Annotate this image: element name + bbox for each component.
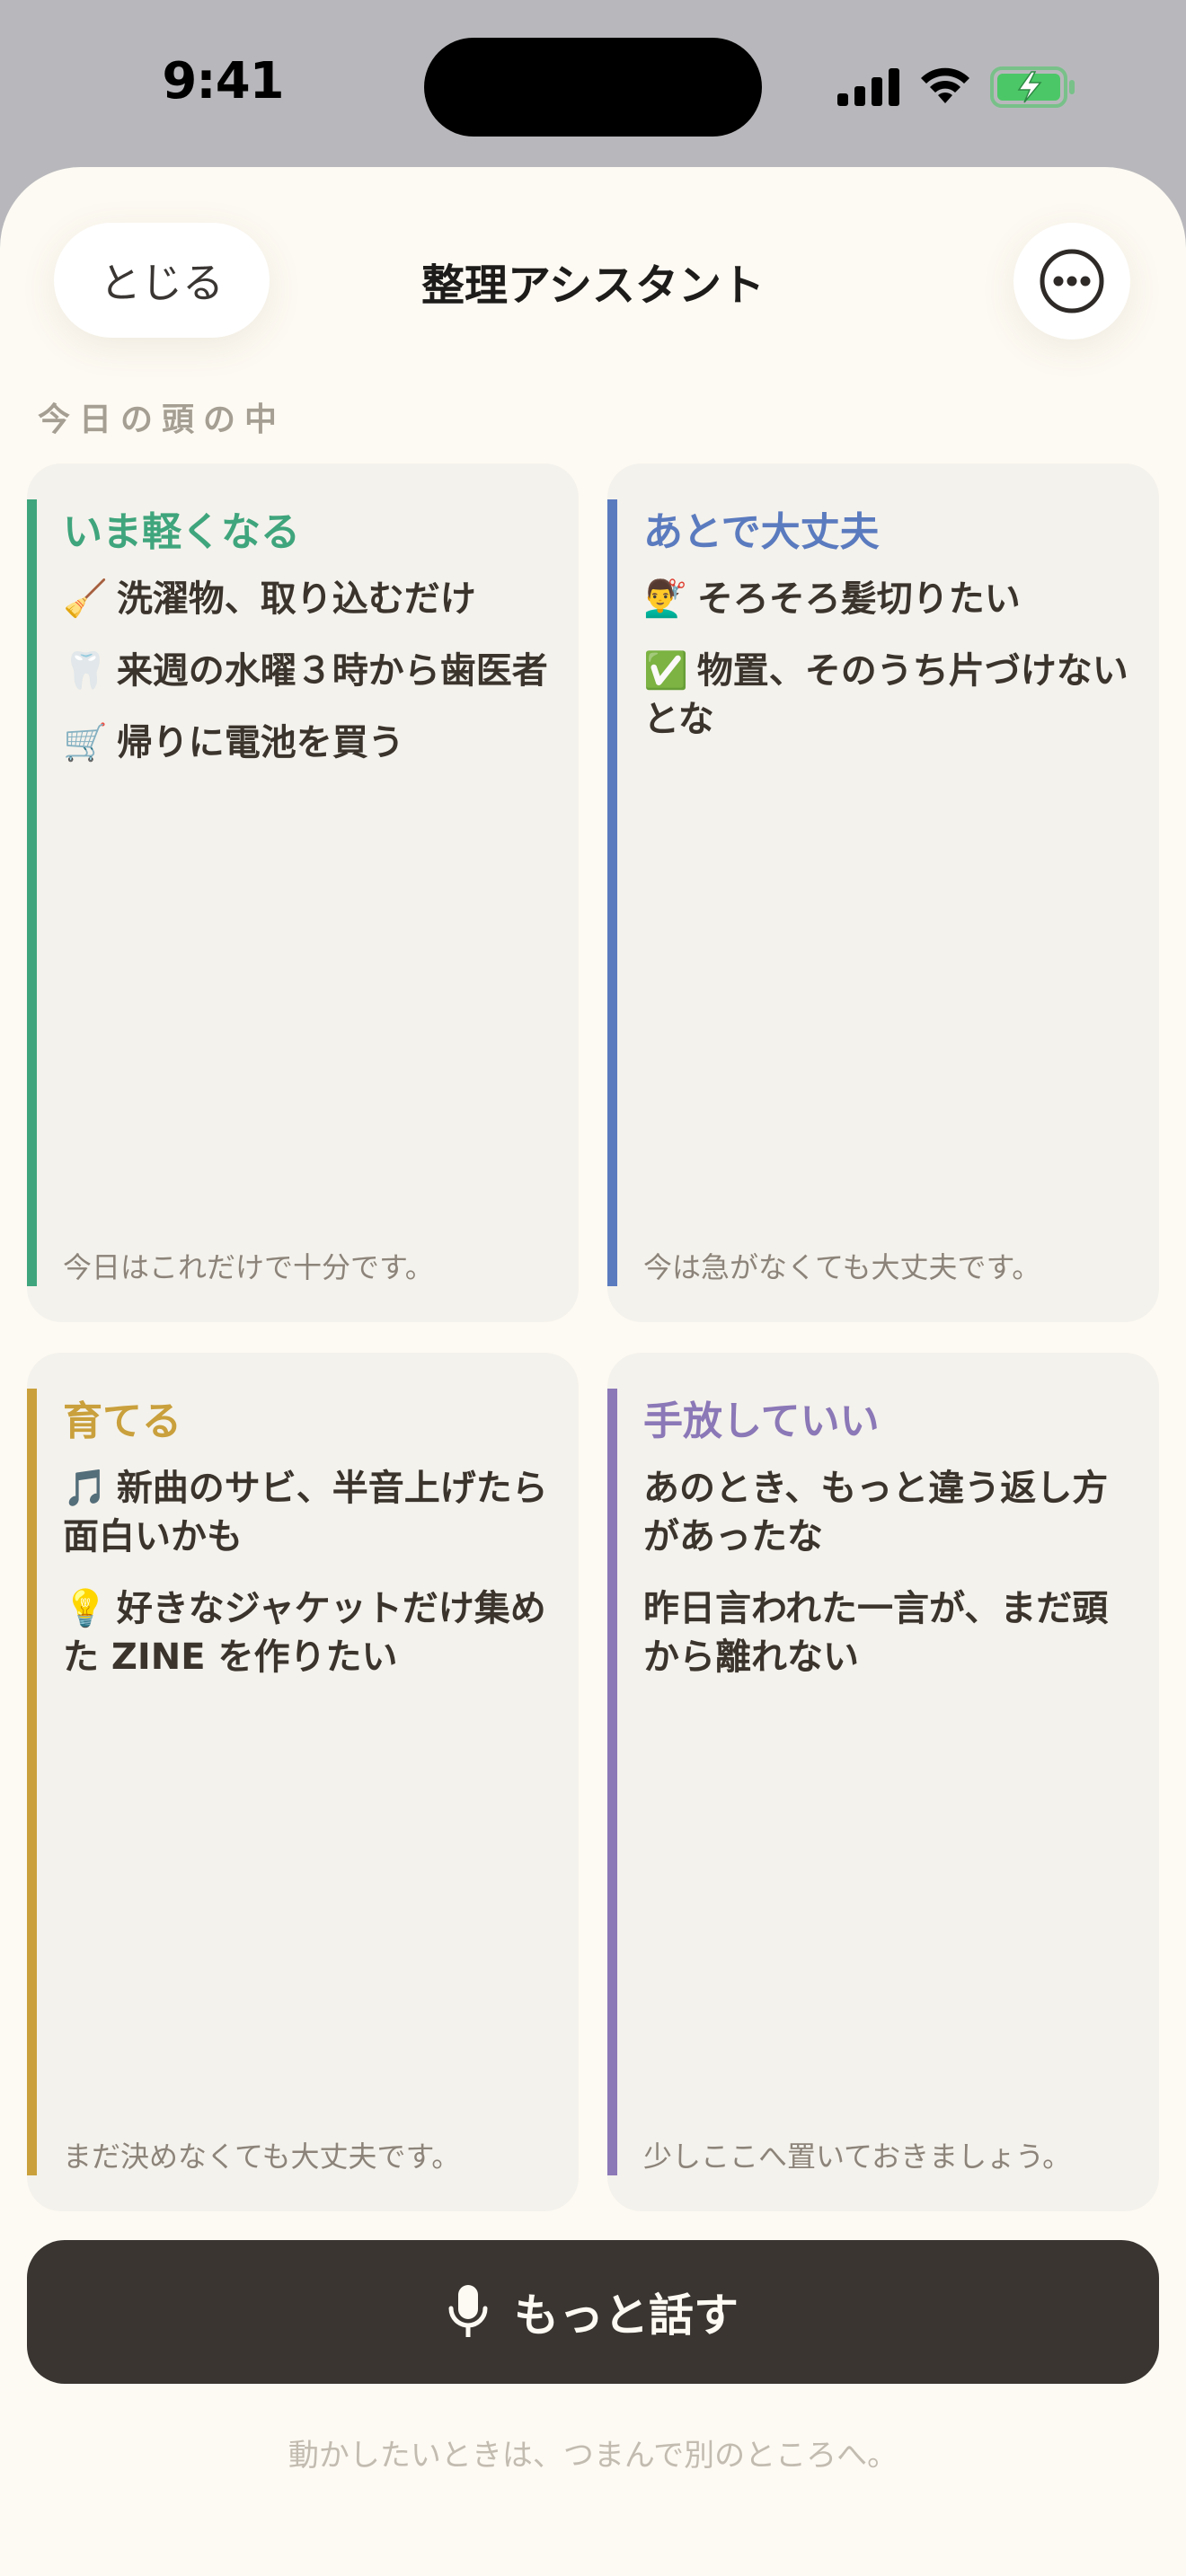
page-title: 整理アシスタント (420, 260, 766, 311)
music-note-icon: 🎵 (63, 1468, 108, 1509)
card-footer: 今は急がなくても大丈夫です。 (643, 1250, 1041, 1284)
card-later[interactable]: あとで大丈夫 💇‍♂️ そろそろ髪切りたい ✅ 物置、そのうち片づけないとな 今は急… (607, 463, 1159, 1322)
light-bulb-icon: 💡 (63, 1588, 108, 1629)
card-title: 手放していい (643, 1398, 880, 1444)
card-item[interactable]: 🦷 来週の水曜３時から歯医者 (63, 647, 559, 695)
card-item-text: 昨日言われた一言が、まだ頭から離れない (643, 1588, 1109, 1678)
card-item[interactable]: 🧹 洗濯物、取り込むだけ (63, 575, 559, 623)
status-bar: 9:41 (0, 0, 1186, 171)
card-items: 🧹 洗濯物、取り込むだけ 🦷 来週の水曜３時から歯医者 🛒 帰りに電池を買う (63, 575, 559, 790)
card-accent-bar (27, 499, 37, 1286)
card-release[interactable]: 手放していい あのとき、もっと違う返し方があったな 昨日言われた一言が、まだ頭か… (607, 1353, 1159, 2211)
card-items: 💇‍♂️ そろそろ髪切りたい ✅ 物置、そのうち片づけないとな (643, 575, 1139, 767)
signal-icon (837, 68, 899, 106)
card-item-text: 帰りに電池を買う (116, 722, 404, 763)
card-item-text: 洗濯物、取り込むだけ (116, 578, 476, 620)
status-time: 9:41 (162, 52, 284, 110)
battery-charging-icon (990, 66, 1075, 108)
card-footer: 今日はこれだけで十分です。 (63, 1250, 434, 1284)
card-item[interactable]: 🛒 帰りに電池を買う (63, 719, 559, 767)
assistant-sheet: とじる 整理アシスタント 今日の頭の中 いま軽くなる 🧹 洗濯物、取り込むだけ 🦷… (0, 167, 1186, 2576)
section-label: 今日の頭の中 (38, 401, 287, 438)
broom-icon: 🧹 (63, 578, 108, 620)
more-button[interactable] (1013, 223, 1130, 340)
card-item-text: あのとき、もっと違う返し方があったな (643, 1468, 1109, 1557)
card-item[interactable]: 🎵 新曲のサビ、半音上げたら面白いかも (63, 1464, 559, 1561)
card-item[interactable]: 昨日言われた一言が、まだ頭から離れない (643, 1584, 1139, 1681)
card-item-text: 好きなジャケットだけ集めた ZINE を作りたい (63, 1588, 546, 1678)
card-item-text: 物置、そのうち片づけないとな (643, 650, 1128, 740)
card-title: 育てる (63, 1398, 181, 1444)
talk-more-button[interactable]: もっと話す (27, 2240, 1159, 2384)
dynamic-island (424, 38, 762, 137)
card-item[interactable]: あのとき、もっと違う返し方があったな (643, 1464, 1139, 1561)
card-grow[interactable]: 育てる 🎵 新曲のサビ、半音上げたら面白いかも 💡 好きなジャケットだけ集めた ZI… (27, 1353, 579, 2211)
card-footer: 少しここへ置いておきましょう。 (643, 2139, 1072, 2174)
tooth-icon: 🦷 (63, 650, 108, 692)
card-item-text: 新曲のサビ、半音上げたら面白いかも (63, 1468, 548, 1557)
microphone-icon (448, 2285, 488, 2337)
card-items: あのとき、もっと違う返し方があったな 昨日言われた一言が、まだ頭から離れない (643, 1464, 1139, 1705)
wifi-icon (921, 67, 969, 103)
card-items: 🎵 新曲のサビ、半音上げたら面白いかも 💡 好きなジャケットだけ集めた ZINE を… (63, 1464, 559, 1705)
close-button[interactable]: とじる (54, 223, 270, 338)
status-icons (837, 65, 1076, 110)
card-accent-bar (607, 499, 617, 1286)
card-accent-bar (607, 1389, 617, 2175)
card-item-text: そろそろ髪切りたい (696, 578, 1021, 620)
card-now[interactable]: いま軽くなる 🧹 洗濯物、取り込むだけ 🦷 来週の水曜３時から歯医者 🛒 帰りに電池を… (27, 463, 579, 1322)
ellipsis-circle-icon (1040, 249, 1104, 313)
card-title: いま軽くなる (63, 509, 300, 555)
shopping-cart-icon: 🛒 (63, 722, 108, 763)
drag-hint: 動かしたいときは、つまんで別のところへ。 (288, 2438, 898, 2474)
card-item[interactable]: ✅ 物置、そのうち片づけないとな (643, 647, 1139, 744)
card-accent-bar (27, 1389, 37, 2175)
haircut-icon: 💇‍♂️ (643, 578, 688, 620)
card-item-text: 来週の水曜３時から歯医者 (116, 650, 548, 692)
card-item[interactable]: 💡 好きなジャケットだけ集めた ZINE を作りたい (63, 1584, 559, 1681)
card-item[interactable]: 💇‍♂️ そろそろ髪切りたい (643, 575, 1139, 623)
card-title: あとで大丈夫 (643, 509, 880, 555)
talk-more-label: もっと話す (514, 2289, 739, 2342)
check-mark-icon: ✅ (643, 650, 688, 692)
card-footer: まだ決めなくても大丈夫です。 (63, 2139, 461, 2174)
